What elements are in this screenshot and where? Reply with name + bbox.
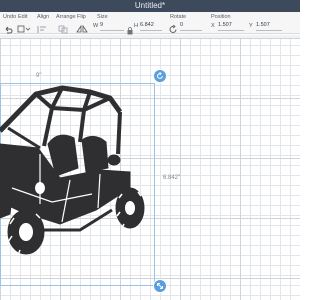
edit-toolbar: Undo Edit Align Arrange Flip Size W 9 H … (0, 12, 300, 35)
flip-label: Flip (77, 14, 86, 20)
width-field[interactable]: 9 (100, 21, 124, 31)
y-value: 1.507 (256, 22, 270, 28)
edit-label: Edit (18, 14, 28, 20)
align-label: Align (37, 14, 50, 20)
rotate-field[interactable]: 0 (180, 21, 202, 31)
top-ruler (0, 35, 300, 38)
arrange-label: Arrange (56, 14, 76, 20)
buggy-artwork[interactable] (0, 84, 155, 284)
rotate-handle-icon[interactable] (154, 70, 166, 82)
y-position-field[interactable]: 1.507 (256, 21, 282, 31)
selection-height-label: 6.842" (163, 175, 181, 181)
height-field[interactable]: 6.842 (140, 21, 162, 31)
document-title: Untitled* (134, 1, 166, 10)
rotate-label: Rotate (170, 14, 187, 20)
height-value: 6.842 (140, 22, 154, 28)
width-value: 9 (100, 22, 104, 28)
position-label: Position (211, 14, 231, 20)
selection-width-label: 9" (36, 73, 42, 79)
height-prefix: H (134, 23, 138, 29)
rotate-value: 0 (180, 22, 184, 28)
title-bar: Untitled* (0, 0, 300, 12)
y-prefix: Y (249, 23, 253, 29)
width-prefix: W (93, 23, 99, 29)
x-position-field[interactable]: 1.507 (218, 21, 244, 31)
x-prefix: X (211, 23, 215, 29)
scale-handle-icon[interactable] (154, 280, 166, 292)
size-label: Size (97, 14, 108, 20)
x-value: 1.507 (218, 22, 232, 28)
undo-label: Undo (3, 14, 17, 20)
